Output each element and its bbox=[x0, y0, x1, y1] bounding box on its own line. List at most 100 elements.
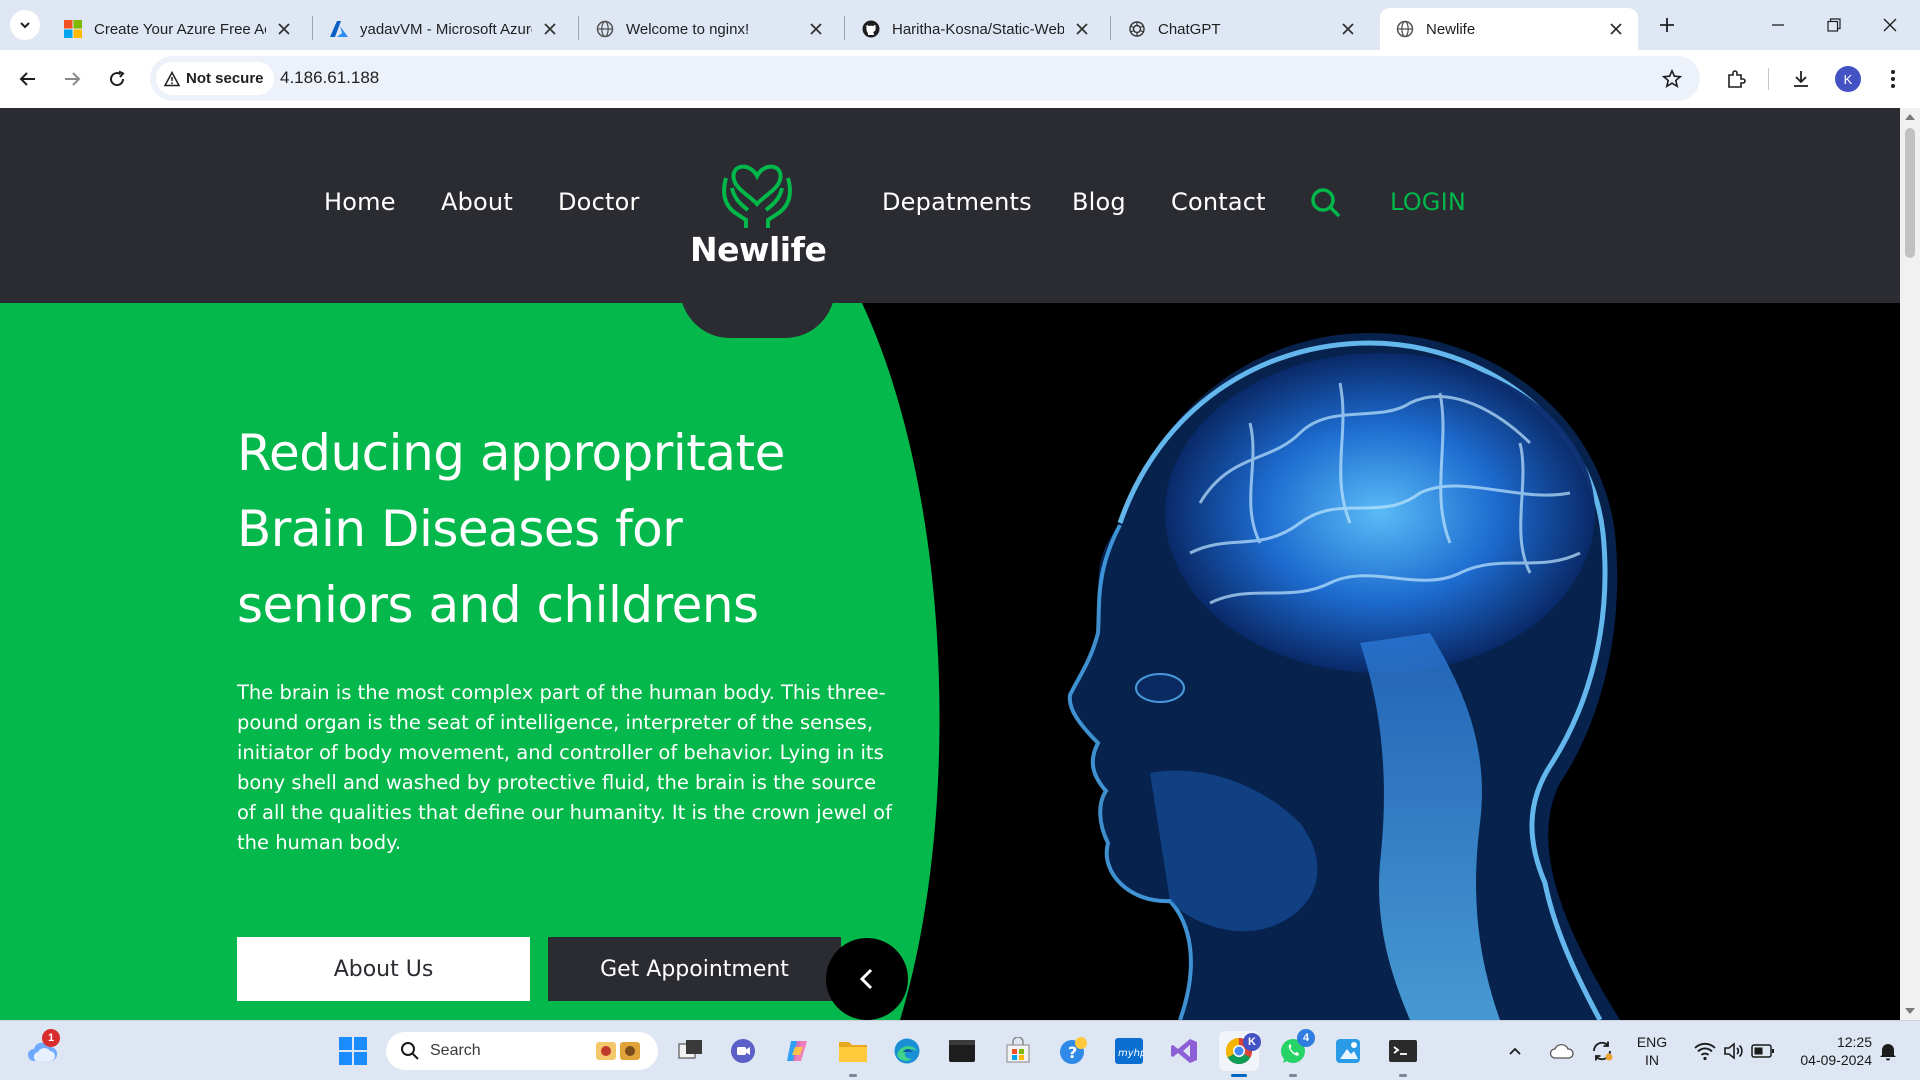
reload-button[interactable] bbox=[101, 63, 133, 95]
windows-taskbar: 1 Search ? myhp K 4 ENG IN 12:25 04-09-2… bbox=[0, 1020, 1920, 1080]
notification-badge: 4 bbox=[1297, 1029, 1315, 1047]
nav-login[interactable]: LOGIN bbox=[1390, 188, 1466, 216]
close-icon[interactable] bbox=[1606, 19, 1626, 39]
browser-tab-strip: Create Your Azure Free Acc yadavVM - Mic… bbox=[0, 0, 1920, 50]
hero-title: Reducing appropritate Brain Diseases for… bbox=[237, 415, 937, 643]
help-icon: ? bbox=[1060, 1037, 1087, 1064]
scroll-up-arrow[interactable] bbox=[1905, 114, 1915, 120]
browser-tab-newlife[interactable]: Newlife bbox=[1380, 8, 1638, 50]
browser-tab-github[interactable]: Haritha-Kosna/Static-Web bbox=[846, 8, 1104, 50]
nav-contact[interactable]: Contact bbox=[1171, 188, 1266, 216]
quick-settings-tray[interactable] bbox=[1684, 1031, 1784, 1071]
profile-badge: K bbox=[1243, 1033, 1261, 1051]
search-placeholder: Search bbox=[430, 1042, 481, 1059]
sync-tray[interactable] bbox=[1588, 1031, 1616, 1071]
search-button[interactable] bbox=[1310, 187, 1342, 219]
close-icon[interactable] bbox=[806, 19, 826, 39]
extensions-button[interactable] bbox=[1720, 63, 1752, 95]
browser-tab-azure-vm[interactable]: yadavVM - Microsoft Azure bbox=[314, 8, 572, 50]
profile-avatar[interactable]: K bbox=[1835, 66, 1861, 92]
taskbar-myhp[interactable]: myhp bbox=[1109, 1031, 1149, 1071]
nav-blog[interactable]: Blog bbox=[1072, 188, 1126, 216]
tab-search-button[interactable] bbox=[10, 10, 40, 40]
puzzle-icon bbox=[1728, 70, 1746, 88]
taskbar-visual-studio[interactable] bbox=[1164, 1031, 1204, 1071]
close-icon[interactable] bbox=[540, 19, 560, 39]
taskbar-file-explorer[interactable] bbox=[833, 1031, 873, 1077]
page-viewport: Reducing appropritate Brain Diseases for… bbox=[0, 108, 1920, 1020]
site-header: Home About Doctor Newlife Depatments Blo… bbox=[0, 108, 1900, 303]
chevron-up-icon bbox=[1509, 1047, 1521, 1055]
browser-tab-azure-free[interactable]: Create Your Azure Free Acc bbox=[48, 8, 306, 50]
bookmark-button[interactable] bbox=[1656, 63, 1688, 95]
task-view-button[interactable] bbox=[671, 1031, 711, 1071]
hero-description: The brain is the most complex part of th… bbox=[237, 681, 892, 854]
page-scrollbar[interactable] bbox=[1900, 108, 1920, 1020]
downloads-button[interactable] bbox=[1785, 63, 1817, 95]
close-icon[interactable] bbox=[1338, 19, 1358, 39]
tab-separator bbox=[1110, 16, 1111, 40]
running-indicator bbox=[1231, 1074, 1247, 1077]
taskbar-search-box[interactable]: Search bbox=[386, 1032, 658, 1070]
close-icon[interactable] bbox=[1072, 19, 1092, 39]
weather-widget[interactable]: 1 bbox=[22, 1029, 62, 1071]
address-bar[interactable]: Not secure 4.186.61.188 bbox=[150, 56, 1700, 101]
tab-title: Haritha-Kosna/Static-Web bbox=[892, 20, 1064, 38]
taskbar-chrome[interactable]: K bbox=[1219, 1031, 1261, 1077]
nav-home[interactable]: Home bbox=[324, 188, 396, 216]
plus-icon bbox=[1660, 18, 1674, 32]
hero-title-line: Brain Diseases for bbox=[237, 500, 683, 558]
tab-title: ChatGPT bbox=[1158, 20, 1221, 38]
about-us-button[interactable]: About Us bbox=[237, 937, 530, 1001]
scrollbar-thumb[interactable] bbox=[1905, 128, 1915, 258]
forward-button[interactable] bbox=[56, 63, 88, 95]
taskbar-terminal-window[interactable] bbox=[942, 1031, 982, 1071]
browser-tab-nginx[interactable]: Welcome to nginx! bbox=[580, 8, 838, 50]
taskbar-terminal[interactable] bbox=[1383, 1031, 1423, 1077]
onedrive-tray[interactable] bbox=[1548, 1031, 1576, 1071]
close-window-button[interactable] bbox=[1862, 0, 1918, 50]
heart-hands-icon bbox=[722, 164, 792, 228]
new-tab-button[interactable] bbox=[1652, 10, 1682, 40]
site-logo[interactable]: Newlife bbox=[690, 148, 827, 278]
close-icon[interactable] bbox=[274, 19, 294, 39]
arrow-right-icon bbox=[65, 72, 81, 86]
tab-separator bbox=[844, 16, 845, 40]
clock[interactable]: 12:25 04-09-2024 bbox=[1780, 1033, 1872, 1069]
taskbar-whatsapp[interactable]: 4 bbox=[1273, 1029, 1315, 1077]
get-appointment-button[interactable]: Get Appointment bbox=[548, 937, 841, 1001]
nav-doctor[interactable]: Doctor bbox=[558, 188, 640, 216]
taskbar-edge[interactable] bbox=[887, 1031, 927, 1071]
start-button[interactable] bbox=[333, 1031, 373, 1071]
taskbar-meet-app[interactable] bbox=[723, 1031, 763, 1071]
menu-button[interactable] bbox=[1877, 63, 1909, 95]
back-button[interactable] bbox=[12, 63, 44, 95]
taskbar-copilot-app[interactable] bbox=[777, 1031, 817, 1071]
nav-about[interactable]: About bbox=[441, 188, 513, 216]
taskbar-photos-app[interactable] bbox=[1328, 1031, 1368, 1071]
scroll-down-arrow[interactable] bbox=[1905, 1008, 1915, 1014]
edge-icon bbox=[894, 1038, 920, 1064]
security-indicator[interactable]: Not secure bbox=[156, 62, 274, 95]
restore-button[interactable] bbox=[1806, 0, 1862, 50]
browser-tab-chatgpt[interactable]: ChatGPT bbox=[1112, 8, 1370, 50]
arrow-left-icon bbox=[19, 72, 35, 86]
url-text[interactable]: 4.186.61.188 bbox=[280, 68, 379, 88]
nav-departments[interactable]: Depatments bbox=[882, 188, 1032, 216]
taskbar-get-help[interactable]: ? bbox=[1053, 1031, 1093, 1071]
taskbar-microsoft-store[interactable] bbox=[998, 1031, 1038, 1071]
security-label: Not secure bbox=[186, 70, 264, 87]
clock-date: 04-09-2024 bbox=[1800, 1052, 1872, 1068]
slider-prev-button[interactable] bbox=[826, 938, 908, 1020]
close-icon bbox=[1883, 18, 1897, 32]
language-code: ENG bbox=[1636, 1034, 1668, 1050]
show-hidden-icons-button[interactable] bbox=[1502, 1031, 1528, 1071]
notifications-button[interactable] bbox=[1874, 1031, 1902, 1071]
hero-title-line: Reducing appropritate bbox=[237, 424, 785, 482]
battery-icon bbox=[1751, 1044, 1774, 1058]
hero-section: Reducing appropritate Brain Diseases for… bbox=[0, 303, 1900, 1020]
language-indicator[interactable]: ENG IN bbox=[1628, 1033, 1676, 1069]
myhp-icon: myhp bbox=[1115, 1038, 1144, 1064]
reload-icon bbox=[110, 70, 125, 87]
minimize-button[interactable] bbox=[1750, 0, 1806, 50]
